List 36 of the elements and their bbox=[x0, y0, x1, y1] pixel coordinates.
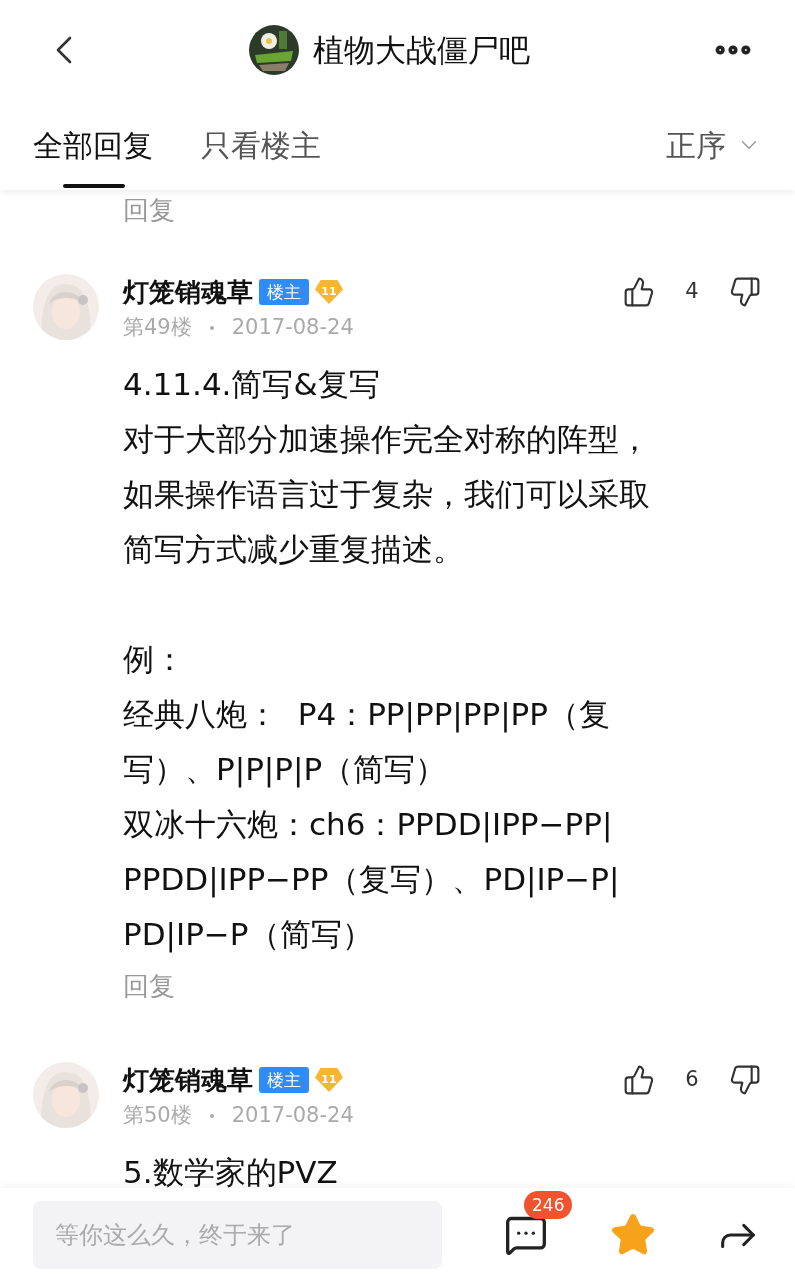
comment-count-badge: 246 bbox=[524, 1191, 573, 1219]
thumbs-up-icon[interactable] bbox=[623, 1064, 655, 1096]
forum-title: 植物大战僵尸吧 bbox=[313, 30, 530, 70]
logo-icon bbox=[249, 25, 299, 75]
floor-number: 第49楼 bbox=[123, 314, 192, 342]
level-badge: 11 bbox=[315, 280, 343, 304]
post-date: 2017-08-24 bbox=[231, 1102, 354, 1130]
post-text-line: PPDD|IPP−PP（复写）、PD|IP−P| bbox=[123, 860, 621, 900]
post-date: 2017-08-24 bbox=[231, 314, 354, 342]
post-text-line: 例： bbox=[123, 640, 186, 679]
thumbs-down-icon[interactable] bbox=[729, 1064, 761, 1096]
tab[interactable]: 全部回复 bbox=[33, 100, 153, 190]
thumbs-up-icon[interactable] bbox=[623, 276, 655, 308]
author-name[interactable]: 灯笼销魂草 bbox=[123, 1060, 253, 1100]
post-text-line: 4.11.4.简写&复写 bbox=[123, 365, 381, 404]
dot-separator-icon bbox=[209, 326, 214, 330]
post-text-line: 5.数学家的PVZ bbox=[123, 1153, 339, 1188]
sort-dropdown[interactable]: 正序 bbox=[666, 122, 762, 168]
post-text-line: 如果操作语言过于复杂，我们可以采取 bbox=[123, 475, 651, 514]
like-count: 6 bbox=[684, 1066, 700, 1094]
floor-number: 第50楼 bbox=[123, 1102, 192, 1130]
post-text-line: 简写方式减少重复描述。 bbox=[123, 530, 465, 569]
post-text-line: 对于大部分加速操作完全对称的阵型， bbox=[123, 420, 651, 459]
post-text-line: PD|IP−P（简写） bbox=[123, 915, 374, 955]
owner-tag: 楼主 bbox=[259, 1067, 309, 1093]
author-name[interactable]: 灯笼销魂草 bbox=[123, 272, 253, 312]
like-count: 4 bbox=[684, 278, 700, 306]
thumbs-down-icon[interactable] bbox=[729, 276, 761, 308]
post-text-line: 经典八炮： P4：PP|PP|PP|PP（复 bbox=[123, 695, 611, 735]
tab[interactable]: 只看楼主 bbox=[201, 100, 321, 190]
level-badge: 11 bbox=[315, 1068, 343, 1092]
post-text-line: 双冰十六炮：ch6：PPDD|IPP−PP| bbox=[123, 805, 614, 845]
comment-input-field[interactable]: 等你这么久，终于来了 bbox=[33, 1201, 442, 1269]
dot-separator-icon bbox=[209, 1114, 214, 1118]
owner-tag: 楼主 bbox=[259, 279, 309, 305]
post-text-line: 写）、P|P|P|P（简写） bbox=[123, 750, 448, 790]
